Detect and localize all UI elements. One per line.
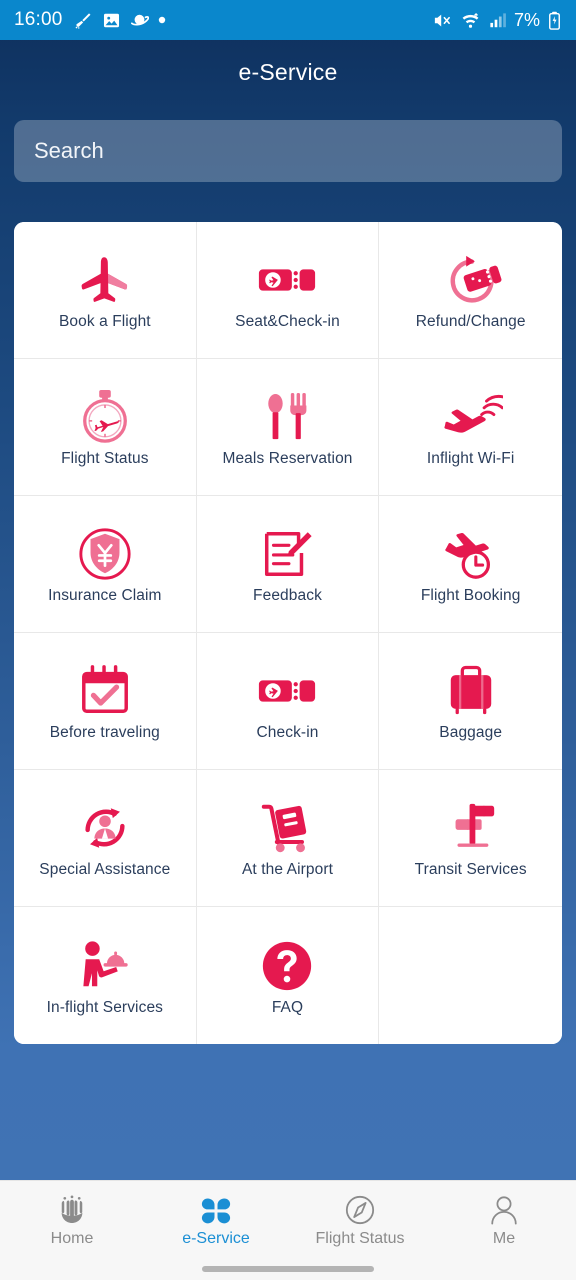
airline-logo-icon [54,1192,90,1226]
grid-item-label: Insurance Claim [48,587,162,605]
note-pencil-icon [251,523,323,585]
clover-grid-icon [199,1192,233,1226]
grid-item-label: Check-in [256,724,319,742]
grid-item-label: Transit Services [414,861,527,879]
grid-item-at-the-airport[interactable]: At the Airport [196,770,380,907]
grid-item-label: Feedback [253,587,322,605]
app-screen: 16:00 7% e-Service Search Book a Flight … [0,0,576,1280]
broom-icon [74,11,93,30]
shield-yen-icon [69,523,141,585]
battery-percent-label: 7% [513,9,540,30]
grid-item-transit-services[interactable]: Transit Services [379,770,562,907]
ticket-plane-icon [251,660,323,722]
battery-icon [547,11,562,30]
grid-item-label: Book a Flight [58,313,151,331]
grid-item-label: Flight Status [61,450,149,468]
grid-item-label: Special Assistance [39,861,171,879]
status-bar-left-icons [74,11,166,30]
page-title: e-Service [238,58,338,85]
grid-item-feedback[interactable]: Feedback [196,496,380,633]
suitcase-icon [435,660,507,722]
image-icon [102,11,121,30]
dot-icon [158,16,166,24]
nav-item-label: Flight Status [315,1229,405,1247]
search-input[interactable]: Search [14,120,562,182]
bottom-navigation: Home e-Service Flight Status Me [0,1180,576,1258]
status-bar: 16:00 7% [0,0,576,40]
airplane-up-icon [69,249,141,311]
status-bar-right-icons: 7% [431,10,562,31]
nav-item-label: e-Service [182,1229,250,1247]
app-header: e-Service [0,40,576,104]
grid-item-label: Refund/Change [415,313,526,331]
question-circle-icon [251,935,323,997]
grid-item-refund-change[interactable]: Refund/Change [379,222,562,359]
wifi-icon [460,11,481,30]
calendar-check-icon [69,660,141,722]
grid-item-meals-reservation[interactable]: Meals Reservation [196,359,380,496]
grid-item-flight-status[interactable]: Flight Status [14,359,197,496]
refund-ticket-icon [435,249,507,311]
ticket-plane-icon [251,249,323,311]
grid-item-label: FAQ [271,998,304,1016]
saturn-icon [130,11,149,30]
grid-item-before-traveling[interactable]: Before traveling [14,633,197,770]
luggage-cart-icon [251,797,323,859]
grid-item-special-assistance[interactable]: Special Assistance [14,770,197,907]
gesture-bar[interactable] [202,1266,374,1272]
grid-item-empty [379,907,562,1044]
grid-item-label: Baggage [439,724,503,742]
grid-item-baggage[interactable]: Baggage [379,633,562,770]
nav-item-e-service[interactable]: e-Service [144,1192,288,1248]
stopwatch-plane-icon [69,386,141,448]
grid-item-label: In-flight Services [46,998,164,1016]
grid-item-check-in[interactable]: Check-in [196,633,380,770]
service-grid-section: Book a Flight Seat&Check-in Refund/Chang… [0,182,576,1044]
grid-item-label: Seat&Check-in [235,313,340,331]
gesture-bar-area [0,1258,576,1280]
compass-icon [343,1192,377,1226]
nav-item-home[interactable]: Home [0,1192,144,1248]
spoon-fork-icon [251,386,323,448]
person-icon [487,1192,521,1226]
nav-item-label: Me [492,1229,516,1247]
grid-item-label: Flight Booking [420,587,521,605]
nav-item-label: Home [50,1229,94,1247]
mute-icon [431,11,453,30]
grid-item-in-flight-services[interactable]: In-flight Services [14,907,197,1044]
plane-wifi-icon [435,386,507,448]
status-bar-time: 16:00 [14,9,63,30]
grid-item-label: Meals Reservation [222,450,353,468]
search-placeholder: Search [34,138,104,163]
grid-item-flight-booking[interactable]: Flight Booking [379,496,562,633]
nav-item-me[interactable]: Me [432,1192,576,1248]
plane-clock-icon [435,523,507,585]
person-arrows-icon [69,797,141,859]
grid-item-seat-check-in[interactable]: Seat&Check-in [196,222,380,359]
grid-item-label: Inflight Wi-Fi [426,450,515,468]
signal-icon [488,11,507,30]
search-section: Search [0,104,576,182]
waiter-tray-icon [69,935,141,997]
grid-item-faq[interactable]: FAQ [196,907,380,1044]
service-grid: Book a Flight Seat&Check-in Refund/Chang… [14,222,562,1044]
grid-item-label: Before traveling [49,724,160,742]
grid-item-label: At the Airport [241,861,333,879]
grid-item-book-a-flight[interactable]: Book a Flight [14,222,197,359]
grid-item-insurance-claim[interactable]: Insurance Claim [14,496,197,633]
signpost-icon [435,797,507,859]
grid-item-inflight-wifi[interactable]: Inflight Wi-Fi [379,359,562,496]
nav-item-flight-status[interactable]: Flight Status [288,1192,432,1248]
